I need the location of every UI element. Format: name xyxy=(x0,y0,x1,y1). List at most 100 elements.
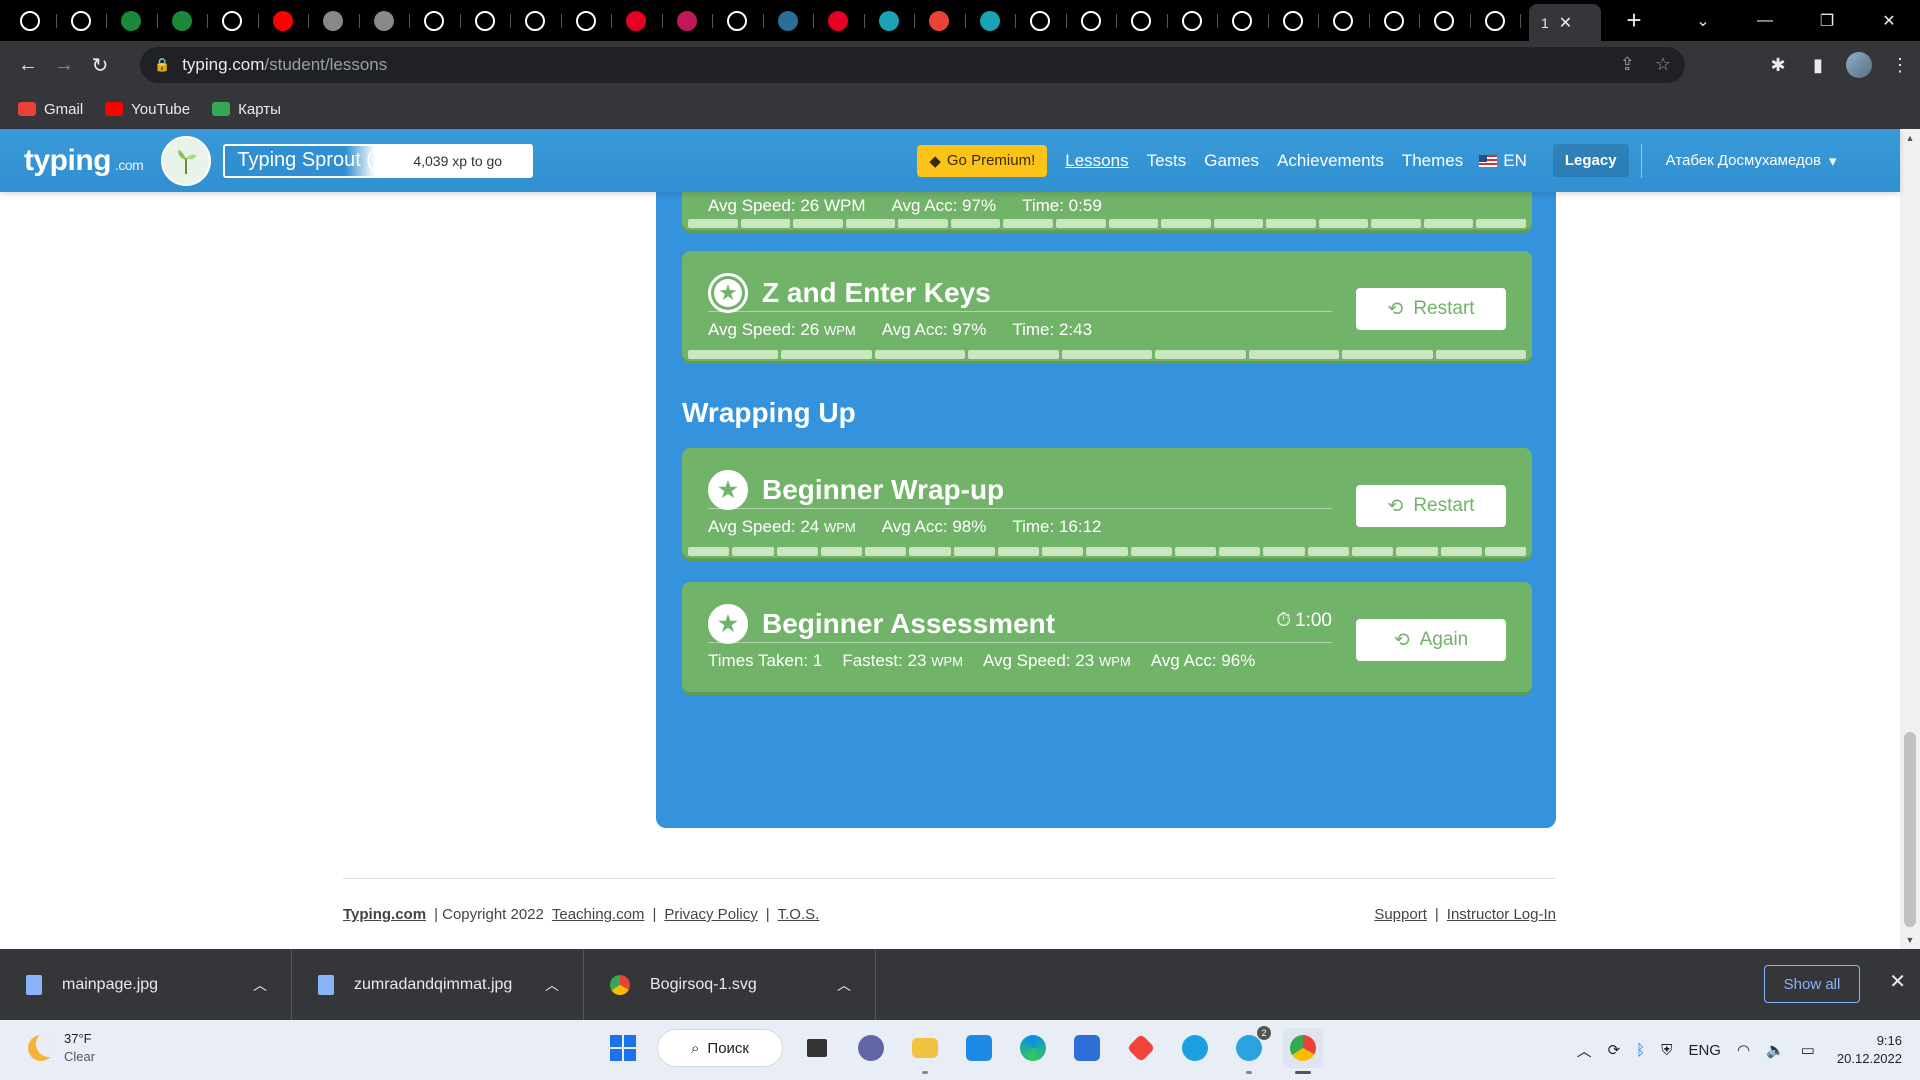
lock-icon[interactable]: 🔒 xyxy=(154,57,170,73)
browser-tab[interactable] xyxy=(267,0,318,41)
browser-tab[interactable] xyxy=(822,0,873,41)
edge-icon[interactable] xyxy=(1013,1028,1053,1068)
browser-tab[interactable] xyxy=(1277,0,1328,41)
assessment-card[interactable]: ★ Beginner Assessment ⏱ 1:00 Times Taken… xyxy=(682,582,1532,692)
browser-tab[interactable] xyxy=(1479,0,1530,41)
store-icon[interactable] xyxy=(1067,1028,1107,1068)
bookmark-карты[interactable]: Карты xyxy=(212,101,281,118)
download-item[interactable]: zumradandqimmat.jpg ︿ xyxy=(292,949,584,1020)
scroll-up-icon[interactable]: ▲ xyxy=(1900,133,1920,143)
nav-lessons[interactable]: Lessons xyxy=(1065,151,1128,171)
lesson-card-wrapup[interactable]: ★ Beginner Wrap-up Avg Speed: 24 WPM Avg… xyxy=(682,448,1532,558)
instructor-login-link[interactable]: Instructor Log-In xyxy=(1447,906,1556,923)
browser-tab[interactable] xyxy=(216,0,267,41)
tab-search-icon[interactable]: ⌄ xyxy=(1672,11,1734,31)
go-premium-button[interactable]: ◆ Go Premium! xyxy=(917,144,1048,177)
sync-icon[interactable]: ⟳ xyxy=(1608,1041,1621,1059)
browser-tab[interactable] xyxy=(1327,0,1378,41)
lesson-card-z-enter[interactable]: ★ Z and Enter Keys Avg Speed: 26 WPM Avg… xyxy=(682,251,1532,361)
chevron-up-icon[interactable]: ︿ xyxy=(837,975,851,995)
weather-widget[interactable]: 37°F Clear xyxy=(28,1030,95,1066)
chrome-icon[interactable] xyxy=(1283,1028,1323,1074)
browser-tab[interactable] xyxy=(418,0,469,41)
language-selector[interactable]: EN xyxy=(1479,151,1527,171)
browser-tab[interactable] xyxy=(620,0,671,41)
browser-tab[interactable] xyxy=(873,0,924,41)
support-link[interactable]: Support xyxy=(1374,906,1427,923)
sprout-icon[interactable] xyxy=(161,135,212,186)
task-view-icon[interactable] xyxy=(797,1028,837,1068)
telegram-icon[interactable]: 2 xyxy=(1229,1026,1271,1074)
browser-tab[interactable] xyxy=(368,0,419,41)
reload-icon[interactable]: ↻ xyxy=(82,53,118,78)
share-icon[interactable]: ⇪ xyxy=(1620,54,1635,75)
security-icon[interactable]: ⛨ xyxy=(1661,1042,1672,1059)
browser-tab[interactable] xyxy=(1125,0,1176,41)
browser-tab[interactable] xyxy=(115,0,166,41)
browser-tab[interactable] xyxy=(14,0,65,41)
extensions-icon[interactable]: ✱ xyxy=(1758,55,1798,76)
user-menu[interactable]: Атабек Досмухамедов ▾ xyxy=(1666,152,1837,170)
new-tab-icon[interactable]: + xyxy=(1619,5,1649,36)
chevron-up-icon[interactable]: ︿ xyxy=(1577,1040,1592,1061)
volume-icon[interactable]: 🔈 xyxy=(1766,1041,1785,1059)
browser-tab[interactable] xyxy=(671,0,722,41)
browser-tab[interactable] xyxy=(166,0,217,41)
close-tab-icon[interactable]: ✕ xyxy=(1559,13,1572,33)
browser-tab[interactable] xyxy=(721,0,772,41)
start-icon[interactable] xyxy=(603,1028,643,1068)
browser-tab[interactable] xyxy=(923,0,974,41)
privacy-link[interactable]: Privacy Policy xyxy=(664,906,757,923)
scroll-down-icon[interactable]: ▼ xyxy=(1900,935,1920,945)
vscode-icon[interactable] xyxy=(959,1028,999,1068)
nav-themes[interactable]: Themes xyxy=(1402,151,1463,171)
clock[interactable]: 9:16 20.12.2022 xyxy=(1837,1032,1902,1068)
browser-tab[interactable] xyxy=(469,0,520,41)
scroll-thumb[interactable] xyxy=(1904,732,1916,927)
close-window-icon[interactable]: ✕ xyxy=(1858,11,1920,31)
browser-tab[interactable] xyxy=(1378,0,1429,41)
rank-progress[interactable]: Typing Sprout (... 4,039 xp to go xyxy=(223,143,534,178)
legacy-button[interactable]: Legacy xyxy=(1552,144,1629,177)
skype-icon[interactable] xyxy=(1175,1028,1215,1068)
forward-icon[interactable]: → xyxy=(46,54,82,77)
browser-tab[interactable] xyxy=(1075,0,1126,41)
side-panel-icon[interactable]: ▮ xyxy=(1798,55,1838,76)
profile-avatar[interactable] xyxy=(1846,52,1872,78)
bookmark-gmail[interactable]: Gmail xyxy=(18,101,83,118)
again-button[interactable]: ⟲ Again xyxy=(1356,619,1506,661)
nav-games[interactable]: Games xyxy=(1204,151,1259,171)
restart-button[interactable]: ⟲ Restart xyxy=(1356,485,1506,527)
nav-achievements[interactable]: Achievements xyxy=(1277,151,1384,171)
browser-tab[interactable] xyxy=(570,0,621,41)
show-all-button[interactable]: Show all xyxy=(1764,965,1860,1003)
menu-icon[interactable]: ⋮ xyxy=(1880,55,1920,76)
teaching-link[interactable]: Teaching.com xyxy=(552,906,645,923)
battery-icon[interactable]: ▭ xyxy=(1801,1041,1815,1059)
bookmark-youtube[interactable]: YouTube xyxy=(105,101,190,118)
tos-link[interactable]: T.O.S. xyxy=(778,906,820,923)
input-language[interactable]: ENG xyxy=(1688,1042,1721,1059)
lesson-card-partial[interactable]: Avg Speed: 26 WPM Avg Acc: 97% Time: 0:59 xyxy=(682,192,1532,230)
address-bar[interactable]: 🔒 typing.com /student/lessons ⇪ ☆ xyxy=(140,47,1685,83)
close-downloads-icon[interactable]: ✕ xyxy=(1889,969,1906,994)
typing-logo[interactable]: typing .com xyxy=(24,144,144,178)
back-icon[interactable]: ← xyxy=(10,54,46,77)
browser-tab[interactable] xyxy=(974,0,1025,41)
nav-tests[interactable]: Tests xyxy=(1147,151,1187,171)
footer-brand-link[interactable]: Typing.com xyxy=(343,906,426,923)
browser-tab[interactable] xyxy=(519,0,570,41)
wifi-icon[interactable]: ◠ xyxy=(1737,1041,1750,1059)
browser-tab[interactable] xyxy=(1226,0,1277,41)
chevron-up-icon[interactable]: ︿ xyxy=(253,975,267,995)
download-item[interactable]: mainpage.jpg ︿ xyxy=(0,949,292,1020)
bookmark-star-icon[interactable]: ☆ xyxy=(1655,54,1671,75)
browser-tab[interactable] xyxy=(1024,0,1075,41)
chevron-up-icon[interactable]: ︿ xyxy=(545,975,559,995)
active-browser-tab[interactable]: 1 ✕ xyxy=(1529,4,1601,41)
bluetooth-icon[interactable]: ᛒ xyxy=(1636,1042,1645,1059)
restore-icon[interactable]: ❐ xyxy=(1796,11,1858,31)
browser-tab[interactable] xyxy=(65,0,116,41)
browser-tab[interactable] xyxy=(1428,0,1479,41)
taskbar-search[interactable]: ⌕ Поиск xyxy=(657,1029,783,1067)
